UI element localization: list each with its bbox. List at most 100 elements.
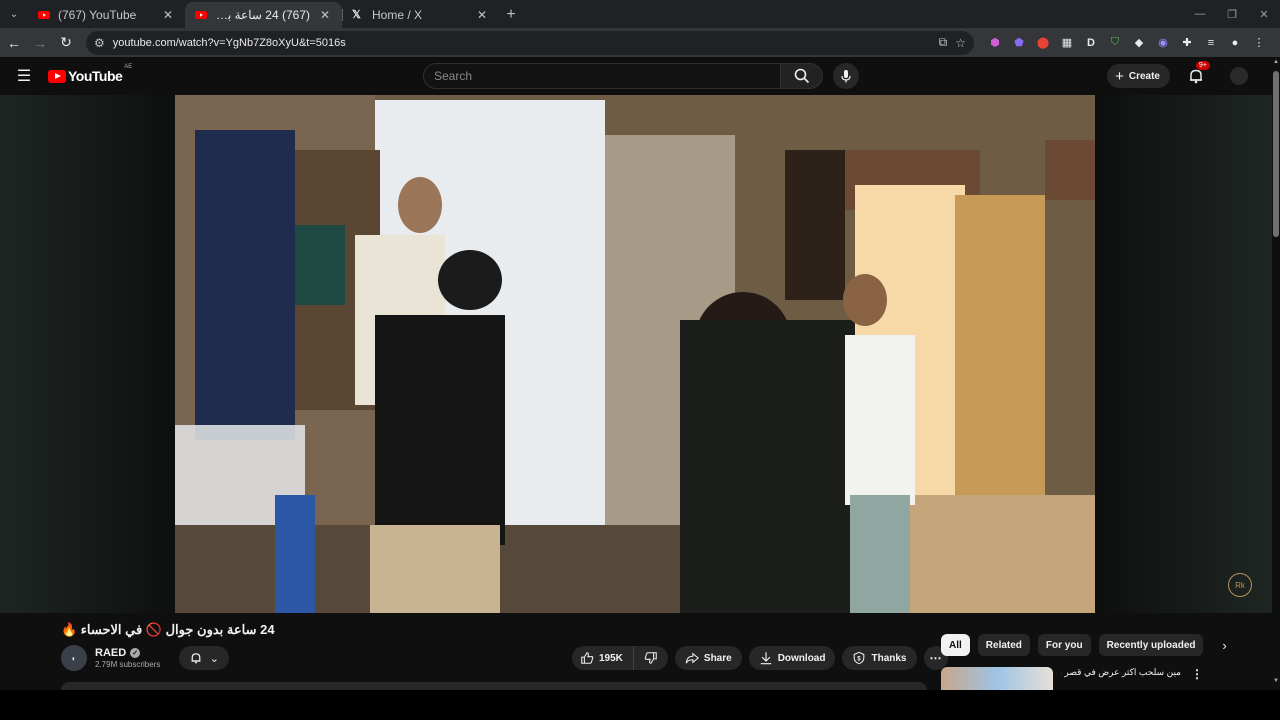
like-button[interactable]: 195K [572, 646, 634, 670]
create-label: Create [1128, 70, 1160, 82]
tab-youtube-home[interactable]: (767) YouTube ✕ [28, 2, 185, 28]
chevron-right-icon[interactable]: › [1213, 634, 1235, 656]
reload-icon[interactable]: ↻ [54, 31, 78, 55]
chip-all[interactable]: All [941, 634, 970, 656]
recommended-thumbnail[interactable] [941, 667, 1053, 690]
maximize-icon[interactable]: ❐ [1216, 0, 1248, 28]
extension-icon[interactable]: D [1082, 34, 1100, 52]
video-frame[interactable] [175, 95, 1095, 613]
chip-for-you[interactable]: For you [1037, 634, 1091, 656]
channel-row: ◐ RAED ✓ 2.79M subscribers ⌄ [61, 645, 230, 671]
video-player[interactable]: Rk [0, 95, 1272, 613]
extension-icon[interactable]: ⬢ [986, 34, 1004, 52]
thanks-button[interactable]: $ Thanks [842, 646, 917, 670]
tab-title: (767) 24 ساعة بدون جوال 🚫 في [215, 8, 310, 22]
bell-icon [1190, 69, 1202, 84]
notifications-badge: 9+ [1196, 61, 1210, 70]
tab-x-home[interactable]: 𝕏 Home / X ✕ [342, 2, 499, 28]
thumbs-down-icon [644, 652, 657, 664]
tab-youtube-video[interactable]: (767) 24 ساعة بدون جوال 🚫 في ✕ [185, 2, 342, 28]
eye-icon[interactable]: ◉ [1154, 34, 1172, 52]
channel-avatar[interactable]: ◐ [61, 645, 87, 671]
back-icon[interactable]: ← [2, 31, 26, 55]
menu-dots-icon[interactable]: ⋮ [1250, 34, 1268, 52]
youtube-icon [38, 11, 50, 19]
channel-name-row[interactable]: RAED ✓ [95, 647, 160, 659]
close-icon[interactable]: ✕ [475, 8, 489, 22]
extensions-area: ⬢ ⬟ ⬤ ▦ D ⛉ ◆ ◉ ✚ ≡ ● ⋮ [986, 34, 1268, 52]
page-scrollbar[interactable]: ▲ ▼ [1272, 57, 1280, 690]
extension-icon[interactable]: ⬤ [1034, 34, 1052, 52]
site-info-icon[interactable]: ⚙ [94, 36, 105, 50]
chip-related[interactable]: Related [977, 634, 1030, 656]
dislike-button[interactable] [634, 646, 668, 670]
address-bar[interactable]: ⚙ youtube.com/watch?v=YgNb7Z8oXyU&t=5016… [86, 30, 974, 55]
tab-search-icon[interactable]: ⌄ [4, 4, 24, 24]
recommendation-chips: All Related For you Recently uploaded › [941, 634, 1235, 656]
x-icon: 𝕏 [352, 9, 361, 21]
recommended-title[interactable]: مين سلحب اكثر عرض في قصر بلوز !! [1061, 667, 1181, 690]
minimize-icon[interactable]: — [1184, 0, 1216, 28]
address-url[interactable]: youtube.com/watch?v=YgNb7Z8oXyU&t=5016s [113, 37, 931, 49]
close-icon[interactable]: ✕ [318, 8, 332, 22]
download-icon [760, 652, 771, 665]
extension-icon[interactable]: ⬟ [1010, 34, 1028, 52]
description-box[interactable] [61, 682, 927, 690]
video-scene-image [175, 95, 1095, 613]
logo-text: YouTube [68, 68, 123, 84]
thumbs-up-icon [581, 652, 594, 664]
bookmark-star-icon[interactable]: ☆ [955, 36, 966, 50]
media-controls-icon[interactable]: ≡ [1202, 34, 1220, 52]
chip-recently-uploaded[interactable]: Recently uploaded [1098, 634, 1204, 656]
header-actions: + Create 9+ [1107, 61, 1248, 88]
browser-tab-strip: ⌄ (767) YouTube ✕ (767) 24 ساعة بدون جوا… [0, 0, 1280, 28]
search-input[interactable]: Search [423, 63, 781, 89]
like-dislike-group: 195K [572, 646, 668, 670]
cast-icon[interactable]: ⧉ [939, 35, 948, 50]
new-tab-button[interactable]: + [499, 2, 523, 28]
search-area: Search [423, 63, 859, 89]
subscription-notifications-button[interactable]: ⌄ [179, 646, 230, 670]
tab-title: (767) YouTube [58, 8, 137, 22]
scrollbar-thumb[interactable] [1273, 71, 1279, 237]
puzzle-icon[interactable]: ✚ [1178, 34, 1196, 52]
bell-icon [191, 653, 201, 664]
shield-icon[interactable]: ⛉ [1106, 34, 1124, 52]
close-icon[interactable]: ✕ [161, 8, 175, 22]
share-button[interactable]: Share [674, 646, 742, 670]
scroll-down-icon[interactable]: ▼ [1272, 678, 1280, 688]
search-button[interactable] [781, 63, 823, 89]
microphone-icon [841, 70, 851, 83]
youtube-header: ☰ YouTube AE Search + Create 9+ [0, 57, 1280, 95]
extension-icon[interactable]: ◆ [1130, 34, 1148, 52]
extension-icon[interactable]: ▦ [1058, 34, 1076, 52]
menu-dots-icon[interactable]: ⋮ [1191, 667, 1203, 690]
channel-watermark[interactable]: Rk [1228, 573, 1252, 597]
youtube-logo[interactable]: YouTube AE [48, 64, 132, 84]
window-controls: — ❐ ✕ [1184, 0, 1280, 28]
notifications-button[interactable]: 9+ [1184, 61, 1210, 88]
scroll-up-icon[interactable]: ▲ [1272, 59, 1280, 69]
account-avatar[interactable] [1230, 67, 1248, 85]
hamburger-menu-icon[interactable]: ☰ [0, 66, 48, 86]
recommended-video[interactable]: مين سلحب اكثر عرض في قصر بلوز !! ⋮ [941, 667, 1211, 690]
watch-metadata: 24 ساعة بدون جوال 🚫 في الاحساء 🔥 ◐ RAED … [0, 613, 1272, 690]
os-taskbar [0, 690, 1280, 720]
browser-toolbar: ← → ↻ ⚙ youtube.com/watch?v=YgNb7Z8oXyU&… [0, 28, 1280, 57]
profile-icon[interactable]: ● [1226, 34, 1244, 52]
close-window-icon[interactable]: ✕ [1248, 0, 1280, 28]
voice-search-button[interactable] [833, 63, 859, 89]
search-icon [794, 68, 809, 84]
create-button[interactable]: + Create [1107, 64, 1170, 88]
forward-icon[interactable]: → [28, 31, 52, 55]
share-label: Share [703, 652, 732, 664]
youtube-play-icon [48, 69, 66, 83]
verified-check-icon: ✓ [130, 648, 141, 658]
channel-name[interactable]: RAED [95, 647, 126, 659]
more-dots-icon: ⋯ [929, 651, 942, 665]
country-code: AE [124, 64, 133, 70]
thanks-label: Thanks [871, 652, 907, 664]
plus-icon: + [1115, 67, 1124, 85]
download-label: Download [777, 652, 826, 664]
download-button[interactable]: Download [748, 646, 836, 670]
